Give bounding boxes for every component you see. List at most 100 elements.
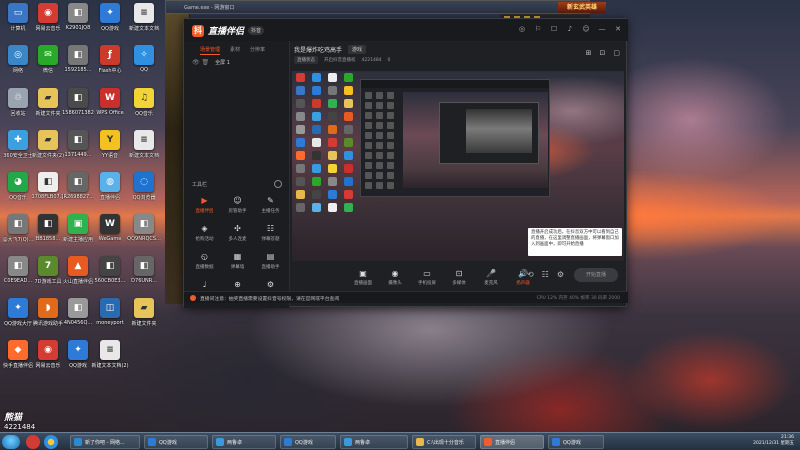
- netease-music-icon[interactable]: [26, 435, 40, 449]
- room-category[interactable]: 游戏: [348, 45, 367, 54]
- nested-preview-icon: [387, 162, 394, 169]
- desktop-icon[interactable]: Y YY语音: [92, 130, 128, 168]
- desktop-icon[interactable]: ▲ 火山直播伴侣: [60, 256, 96, 294]
- desktop-icon-label: 560CB0E3...: [94, 278, 126, 284]
- header-action-icon[interactable]: ☐: [550, 25, 558, 33]
- desktop-icon[interactable]: ◫ moneyport: [92, 298, 128, 336]
- toolbox-item[interactable]: ✎ 主播任务: [254, 196, 287, 220]
- taskbar-task[interactable]: QQ游戏: [144, 435, 208, 449]
- desktop-icon[interactable]: ◧ 4N0456Q...: [60, 298, 96, 336]
- scene-tab[interactable]: 素材: [230, 46, 240, 55]
- source-control-button[interactable]: ▭ 手机投屏: [414, 269, 440, 286]
- stream-setting-icon[interactable]: ⟲: [527, 270, 534, 279]
- toolbox-collapse-icon[interactable]: [274, 180, 282, 188]
- desktop-icon[interactable]: ✦ QQ游戏: [60, 340, 96, 378]
- taskbar-task[interactable]: C:\出现十分音乐: [412, 435, 476, 449]
- toolbox-item[interactable]: ▦ 弹幕墙: [221, 252, 254, 276]
- taskbar-task[interactable]: QQ游戏: [548, 435, 604, 449]
- desktop-icon[interactable]: ◌ QQ浏览器: [126, 172, 162, 210]
- desktop-icon[interactable]: ◧ QQ9NRQCS...: [126, 214, 162, 252]
- start-live-button[interactable]: 开始直播: [574, 268, 618, 282]
- desktop-icon[interactable]: ◧ 1371449...: [60, 130, 96, 168]
- start-button[interactable]: [2, 435, 20, 449]
- stream-preview[interactable]: 直播开启成功后，在抖音双方中可以看到自己的直播，在这里调整直播画面，将弹幕窗口加…: [292, 71, 624, 261]
- desktop-icon[interactable]: ≡ 新建文本文档: [126, 3, 162, 41]
- source-control-button[interactable]: 🎤 麦克风: [478, 269, 504, 286]
- toolbox-item[interactable]: ▶ 直播伴侣: [188, 196, 221, 220]
- header-action-icon[interactable]: ◎: [518, 25, 526, 33]
- toolbox-item-label: 主播任务: [261, 209, 280, 214]
- scene-visibility-icon[interactable]: 👁 🗑: [192, 59, 209, 66]
- toolbox-item-label: 直播数据: [195, 265, 214, 270]
- desktop-icon[interactable]: ≡ 新建文本文档(2): [91, 340, 129, 378]
- room-title[interactable]: 我是爆炸吃鸡高手: [294, 45, 342, 54]
- preview-action-icon[interactable]: ▢: [613, 49, 620, 57]
- desktop-icon[interactable]: ◧ 560CB0E3...: [92, 256, 128, 294]
- desktop-icon-image: ≡: [134, 3, 154, 23]
- desktop-icon[interactable]: ◧ 1592185...: [60, 45, 96, 83]
- nested-preview-icon: [376, 162, 383, 169]
- source-control-button[interactable]: ⊡ 多媒体: [446, 269, 472, 286]
- toolbox-item[interactable]: ☺ 房管助手: [221, 196, 254, 220]
- toolbox-item[interactable]: ▤ 直播助手: [254, 252, 287, 276]
- desktop-icon[interactable]: ▰ 新建文件夹: [126, 298, 162, 336]
- header-action-icon[interactable]: —: [598, 25, 606, 33]
- toolbox-item-icon: ▦: [233, 252, 242, 261]
- header-action-icon[interactable]: ☺: [582, 25, 590, 33]
- toolbox-item[interactable]: ◈ 抢购活动: [188, 224, 221, 248]
- desktop-icon-image: ▭: [8, 3, 28, 23]
- nested-preview-icon: [376, 132, 383, 139]
- toolbox-item[interactable]: ☷ 弹幕答题: [254, 224, 287, 248]
- preview-actions: ⊞ ⊡ ▢: [586, 49, 620, 57]
- scene-tab[interactable]: 场景管理: [200, 46, 221, 55]
- desktop-icon[interactable]: ✦ QQ游戏: [92, 3, 128, 41]
- game-window-titlebar[interactable]: Game.exe - 网游窗口 新玄武英雄: [165, 0, 606, 14]
- desktop-icon[interactable]: ◧ 1586071382: [60, 88, 96, 126]
- clock[interactable]: 21:36 2021/12/31 星期五: [753, 435, 794, 447]
- toolbox-item-label: 抢购活动: [195, 237, 214, 242]
- desktop-icon[interactable]: ♫ QQ音乐: [126, 88, 162, 126]
- toolbox-item-icon: ☺: [233, 196, 242, 205]
- app-platform-badge[interactable]: 抖音: [248, 26, 265, 35]
- preview-desktop-icons: [296, 73, 356, 212]
- desktop-icon[interactable]: ✧ QQ: [126, 45, 162, 83]
- desktop-icon-label: 新建文本文档(2): [91, 363, 129, 369]
- desktop-icon-image: ▰: [134, 298, 154, 318]
- taskbar-task[interactable]: QQ游戏: [280, 435, 336, 449]
- scene-item[interactable]: 👁 🗑 全屏 1: [184, 55, 289, 70]
- preview-desktop-icon: [296, 112, 305, 121]
- toolbox-item[interactable]: ✣ 多人连麦: [221, 224, 254, 248]
- taskbar-task[interactable]: 直播伴侣: [480, 435, 544, 449]
- toolbox-item[interactable]: ◵ 直播数据: [188, 252, 221, 276]
- scene-tab[interactable]: 分辨率: [250, 46, 265, 55]
- header-action-icon[interactable]: ✕: [614, 25, 622, 33]
- desktop-icon[interactable]: W WeGame: [92, 214, 128, 252]
- desktop-icon[interactable]: ◧ D76UNR...: [126, 256, 162, 294]
- desktop-icon[interactable]: W WPS Office: [92, 88, 128, 126]
- preview-action-icon[interactable]: ⊡: [600, 49, 606, 57]
- taskbar-task[interactable]: 两鲁卓: [340, 435, 408, 449]
- desktop-icon[interactable]: ▣ 新建主播应用: [60, 214, 96, 252]
- toolbox-title: 工具栏: [192, 182, 208, 188]
- desktop-icon[interactable]: ◧ K2901JQ8: [60, 3, 96, 41]
- nested-preview-icon: [365, 162, 372, 169]
- desktop-icon[interactable]: ≡ 新建文本文档: [126, 130, 162, 168]
- desktop-icon[interactable]: ◍ 直播伴侣: [92, 172, 128, 210]
- stream-setting-icon[interactable]: ⚙: [557, 270, 564, 279]
- browser-icon[interactable]: [44, 435, 58, 449]
- source-control-button[interactable]: ◉ 摄像头: [382, 269, 408, 286]
- source-control-button[interactable]: ▣ 直播画面: [350, 269, 376, 286]
- header-action-icon[interactable]: ♪: [566, 25, 574, 33]
- taskbar-task[interactable]: 新了你吧 - 网络...: [70, 435, 140, 449]
- stream-setting-icon[interactable]: ☷: [542, 270, 549, 279]
- taskbar-task-label: QQ游戏: [159, 439, 177, 446]
- nested-preview-icon: [376, 102, 383, 109]
- desktop-icon[interactable]: ƒ Flash中心: [92, 45, 128, 83]
- taskbar-task[interactable]: 两鲁卓: [212, 435, 276, 449]
- nested-preview-icon: [365, 112, 372, 119]
- desktop-icon[interactable]: ◧ JR2698827...: [60, 172, 96, 210]
- desktop-icon-image: ◗: [38, 298, 58, 318]
- preview-action-icon[interactable]: ⊞: [586, 49, 592, 57]
- nested-preview-icon: [387, 142, 394, 149]
- header-action-icon[interactable]: ⚐: [534, 25, 542, 33]
